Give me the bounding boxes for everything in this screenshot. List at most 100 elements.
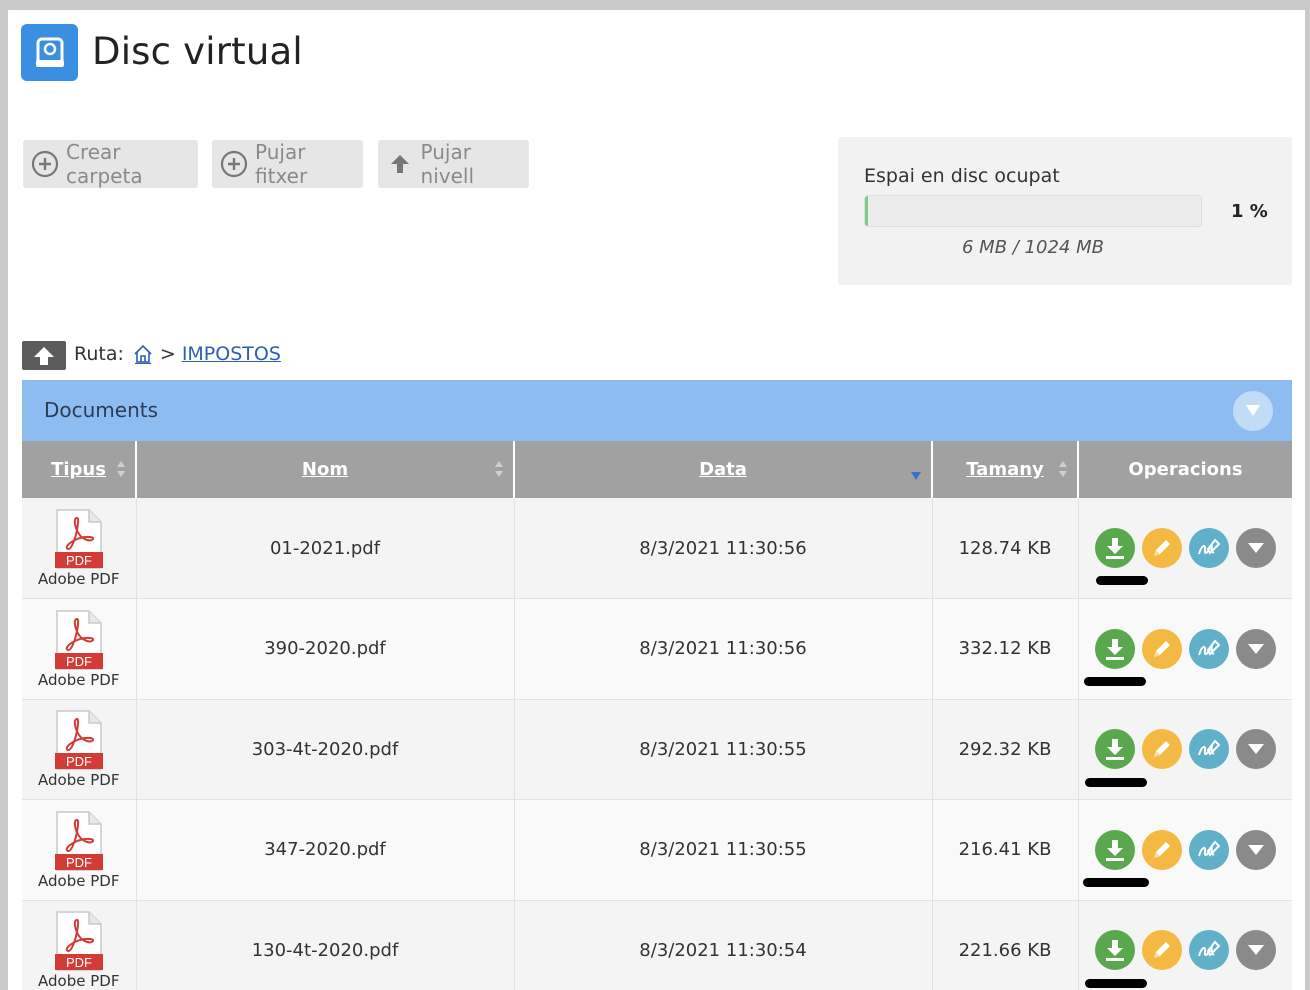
- download-button[interactable]: [1094, 528, 1135, 568]
- file-type-cell: PDF Adobe PDF: [22, 598, 137, 700]
- file-type-label: Adobe PDF: [38, 972, 120, 990]
- file-type-cell: PDF Adobe PDF: [22, 799, 137, 901]
- breadcrumb-separator: >: [159, 343, 176, 365]
- table-row[interactable]: PDF Adobe PDF 130-4t-2020.pdf 8/3/2021 1…: [22, 900, 1292, 990]
- disk-usage-panel: Espai en disc ocupat 1 % 6 MB / 1024 MB: [838, 137, 1292, 285]
- disk-usage-bar-fill: [865, 196, 869, 226]
- upload-file-button[interactable]: Pujar fitxer: [212, 140, 363, 188]
- column-header-size[interactable]: Tamany: [932, 441, 1079, 498]
- sign-button[interactable]: [1188, 829, 1229, 870]
- pdf-badge-text: PDF: [66, 654, 92, 669]
- documents-panel-title: Documents: [44, 398, 159, 422]
- file-operations-cell: [1078, 900, 1292, 990]
- create-folder-button[interactable]: Crear carpeta: [23, 140, 198, 188]
- file-operations-cell: [1078, 799, 1292, 901]
- upload-file-label: Pujar fitxer: [255, 140, 308, 188]
- table-row[interactable]: PDF Adobe PDF 01-2021.pdf 8/3/2021 11:30…: [22, 498, 1292, 599]
- more-options-button[interactable]: [1235, 930, 1276, 971]
- more-options-button[interactable]: [1235, 829, 1276, 870]
- file-operations-cell: [1078, 598, 1292, 700]
- edit-button[interactable]: [1141, 528, 1182, 568]
- files-table: Tipus Nom Data Tamany Operacions PDF Ado…: [22, 441, 1292, 990]
- create-folder-label: Crear carpeta: [66, 140, 143, 188]
- file-name-cell[interactable]: 390-2020.pdf: [136, 598, 515, 700]
- collapse-panel-button[interactable]: [1233, 391, 1273, 431]
- annotation-mark: [1082, 878, 1149, 887]
- annotation-mark: [1083, 677, 1146, 686]
- table-row[interactable]: PDF Adobe PDF 347-2020.pdf 8/3/2021 11:3…: [22, 799, 1292, 901]
- column-header-name[interactable]: Nom: [136, 441, 515, 498]
- pdf-badge-text: PDF: [66, 553, 92, 568]
- file-size-cell: 292.32 KB: [932, 699, 1079, 800]
- more-options-button[interactable]: [1235, 528, 1276, 568]
- plus-circle-icon: [220, 150, 248, 178]
- upload-level-button[interactable]: Pujar nivell: [378, 140, 529, 188]
- pdf-badge-text: PDF: [66, 855, 92, 870]
- download-button[interactable]: [1094, 729, 1135, 770]
- arrow-up-icon: [34, 346, 54, 365]
- home-icon[interactable]: [133, 344, 153, 364]
- table-row[interactable]: PDF Adobe PDF 390-2020.pdf 8/3/2021 11:3…: [22, 598, 1292, 700]
- download-button[interactable]: [1094, 930, 1135, 971]
- disk-usage-percent: 1 %: [1231, 201, 1268, 222]
- file-type-cell: PDF Adobe PDF: [22, 498, 137, 599]
- file-name-cell[interactable]: 303-4t-2020.pdf: [136, 699, 515, 800]
- column-header-type-label: Tipus: [51, 459, 106, 480]
- file-name-cell[interactable]: 01-2021.pdf: [136, 498, 515, 599]
- upload-level-label: Pujar nivell: [420, 140, 475, 188]
- sort-icon: [1058, 460, 1068, 483]
- sign-button[interactable]: [1188, 528, 1229, 568]
- file-operations-cell: [1078, 498, 1292, 599]
- pencil-icon: [1153, 942, 1170, 959]
- file-type-label: Adobe PDF: [38, 871, 120, 890]
- file-type-cell: PDF Adobe PDF: [22, 900, 137, 990]
- more-options-button[interactable]: [1235, 729, 1276, 770]
- table-header-row: Tipus Nom Data Tamany Operacions: [22, 441, 1292, 498]
- file-name-cell[interactable]: 130-4t-2020.pdf: [136, 900, 515, 990]
- pdf-file-icon: PDF: [54, 710, 103, 770]
- pdf-file-icon: PDF: [54, 509, 103, 569]
- edit-button[interactable]: [1141, 930, 1182, 971]
- edit-button[interactable]: [1141, 628, 1182, 669]
- signature-icon: [1197, 739, 1221, 756]
- pdf-badge-text: PDF: [66, 955, 92, 970]
- chevron-down-icon: [1246, 405, 1260, 416]
- pdf-file-icon: PDF: [54, 911, 103, 971]
- sign-button[interactable]: [1188, 930, 1229, 971]
- documents-panel-header: Documents: [22, 380, 1292, 441]
- edit-button[interactable]: [1141, 829, 1182, 870]
- breadcrumb: Ruta: > IMPOSTOS: [74, 343, 281, 365]
- sort-icon: [494, 460, 504, 483]
- file-date-cell: 8/3/2021 11:30:55: [514, 799, 933, 901]
- file-size-cell: 332.12 KB: [932, 598, 1079, 700]
- signature-icon: [1197, 639, 1221, 656]
- annotation-mark: [1084, 777, 1147, 787]
- go-up-button[interactable]: [22, 341, 66, 370]
- file-size-cell: 216.41 KB: [932, 799, 1079, 901]
- edit-button[interactable]: [1141, 729, 1182, 770]
- chevron-down-icon: [1247, 643, 1264, 654]
- download-button[interactable]: [1094, 829, 1135, 870]
- column-header-date[interactable]: Data: [514, 441, 933, 498]
- file-type-label: Adobe PDF: [38, 771, 120, 790]
- pencil-icon: [1153, 841, 1170, 858]
- file-size-cell: 128.74 KB: [932, 498, 1079, 599]
- window-frame-right: [1305, 0, 1310, 990]
- chevron-down-icon: [1247, 945, 1264, 956]
- page-title: Disc virtual: [92, 30, 303, 73]
- download-icon: [1105, 839, 1124, 861]
- window-frame-top: [0, 0, 1310, 10]
- sign-button[interactable]: [1188, 729, 1229, 770]
- table-row[interactable]: PDF Adobe PDF 303-4t-2020.pdf 8/3/2021 1…: [22, 699, 1292, 800]
- file-name-cell[interactable]: 347-2020.pdf: [136, 799, 515, 901]
- download-button[interactable]: [1094, 628, 1135, 669]
- file-date-cell: 8/3/2021 11:30:56: [514, 598, 933, 700]
- more-options-button[interactable]: [1235, 628, 1276, 669]
- sign-button[interactable]: [1188, 628, 1229, 669]
- column-header-size-label: Tamany: [966, 459, 1044, 480]
- column-header-name-label: Nom: [301, 459, 349, 480]
- column-header-type[interactable]: Tipus: [22, 441, 137, 498]
- file-date-cell: 8/3/2021 11:30:54: [514, 900, 933, 990]
- breadcrumb-current-folder[interactable]: IMPOSTOS: [182, 343, 281, 365]
- file-type-label: Adobe PDF: [38, 670, 120, 689]
